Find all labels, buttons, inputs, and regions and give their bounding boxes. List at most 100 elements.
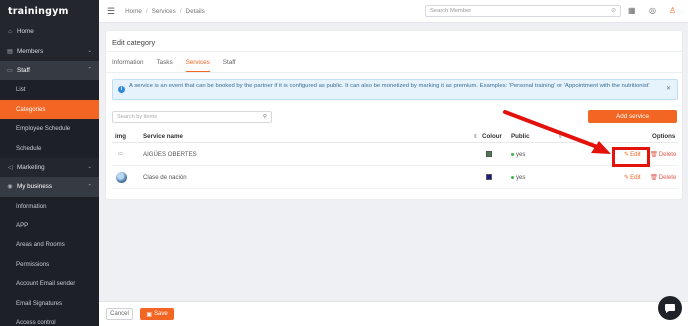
member-search-input[interactable]: Search Member ⊘ [425,5,621,17]
edit-category-card: Edit category Information Tasks Services… [106,31,682,199]
public-status: yes [511,174,525,181]
table-row: ▭ AIGÜES OBERTES yes ✎ Edit 🗑︎ Delete [112,143,678,166]
colour-swatch [486,151,492,157]
breadcrumb-services[interactable]: Services [152,8,176,15]
column-header-img: img [115,133,127,140]
top-bar: ☰ Home / Services / Details Search Membe… [99,0,688,23]
trash-icon: 🗑︎ [650,173,658,181]
sidebar-item-label: My business [17,183,52,191]
breadcrumb-separator: / [179,7,182,15]
divider [106,72,682,73]
tab-information[interactable]: Information [112,59,144,72]
sidebar-item-home[interactable]: ⌂ Home [0,22,99,41]
sidebar-subitem-account-email-sender[interactable]: Account Email sender [0,274,99,294]
annotation-highlight-box [612,147,650,167]
chevron-down-icon: ⌄ [87,48,92,55]
location-pin-icon: ◉ [7,184,13,191]
sidebar-item-members[interactable]: ▤ Members ⌄ [0,41,99,60]
footer-bar: Cancel ▣ Save [99,301,688,326]
chevron-up-icon: ⌃ [87,183,92,190]
public-value: yes [516,150,526,158]
sidebar-item-label: Staff [17,66,30,74]
page-title: Edit category [112,38,156,47]
edit-button[interactable]: ✎ Edit [624,174,641,181]
sidebar-item-label: Marketing [17,163,45,171]
service-search-input[interactable]: Search by items ⚲ [112,111,272,123]
sidebar-item-my-business[interactable]: ◉ My business ⌃ [0,177,99,197]
chevron-down-icon: ⌄ [87,164,92,171]
id-card-icon: ▤ [7,48,13,55]
app-logo: trainingym [8,5,69,17]
save-button[interactable]: ▣ Save [140,308,174,320]
edit-label: Edit [630,173,641,181]
table-header: img Service name ⇕ Colour Public ⇕ Optio… [112,131,678,143]
home-icon: ⌂ [8,28,12,35]
chevron-up-icon: ⌃ [87,67,92,74]
chat-support-button[interactable] [658,296,682,320]
table-row: Clase de nación yes ✎ Edit 🗑︎ Delete [112,166,678,189]
info-icon: i [118,86,125,93]
sidebar-subitem-employee-schedule[interactable]: Employee Schedule [0,118,99,139]
service-image-placeholder-icon: ▭ [118,151,123,157]
services-table: img Service name ⇕ Colour Public ⇕ Optio… [112,131,678,189]
floppy-disk-icon: ▣ [146,311,152,318]
breadcrumb: Home / Services / Details [125,8,205,15]
delete-button[interactable]: 🗑︎ Delete [650,174,676,181]
delete-button[interactable]: 🗑︎ Delete [650,151,676,158]
alert-text: A service is an event that can be booked… [129,83,650,89]
colour-swatch [486,174,492,180]
sidebar-subitem-areas-rooms[interactable]: Areas and Rooms [0,235,99,255]
breadcrumb-home[interactable]: Home [125,8,142,15]
column-header-service-name[interactable]: Service name [143,133,183,140]
divider [106,51,682,52]
sidebar-item-label: Home [17,28,34,36]
save-label: Save [153,311,168,317]
sidebar-item-staff[interactable]: ▭ Staff ⌃ [0,60,99,81]
sidebar-subitem-permissions[interactable]: Permissions [0,254,99,275]
user-lock-icon[interactable]: ♙ [669,6,676,15]
public-status: yes [511,151,525,158]
sort-icon[interactable]: ⇕ [473,134,478,140]
service-name: AIGÜES OBERTES [143,150,197,158]
hamburger-menu-icon[interactable]: ☰ [107,6,115,17]
service-search-placeholder: Search by items [117,114,158,120]
chat-icon [665,304,675,313]
breadcrumb-details: Details [185,7,205,15]
close-icon[interactable]: ✕ [666,86,671,94]
tab-tasks[interactable]: Tasks [157,59,173,72]
clear-search-icon[interactable]: ⊘ [611,8,616,14]
public-value: yes [516,173,526,181]
search-icon: ⚲ [262,114,267,120]
sidebar: trainingym ⌂ Home ▤ Members ⌄ ▭ Staff ⌃ … [0,0,99,326]
sidebar-subitem-information[interactable]: Information [0,196,99,216]
status-dot-icon [511,152,514,156]
sidebar-subitem-email-signatures[interactable]: Email Signatures [0,293,99,313]
info-alert: i A service is an event that can be book… [112,79,678,100]
tab-staff[interactable]: Staff [223,59,236,72]
sidebar-item-marketing[interactable]: ◁ Marketing ⌄ [0,158,99,177]
sidebar-subitem-list[interactable]: List [0,80,99,100]
sidebar-subitem-app[interactable]: APP [0,215,99,236]
calendar-grid-icon[interactable]: ▦ [628,6,636,15]
column-header-colour: Colour [482,133,502,140]
column-header-public[interactable]: Public [511,133,530,140]
column-header-options: Options [652,133,676,140]
add-service-button[interactable]: Add service [588,110,677,123]
tab-bar: Information Tasks Services Staff [112,59,236,72]
delete-label: Delete [658,150,677,158]
sort-icon[interactable]: ⇕ [558,134,563,140]
eye-off-icon[interactable]: ◎ [649,6,656,15]
cancel-button[interactable]: Cancel [106,308,133,320]
delete-label: Delete [658,173,677,181]
service-thumbnail [116,171,127,183]
tab-services[interactable]: Services [185,59,210,72]
member-search-placeholder: Search Member [430,8,472,14]
folder-icon: ▭ [7,67,13,74]
sidebar-subitem-categories[interactable]: Categories [0,99,99,119]
trash-icon: 🗑︎ [650,150,658,158]
megaphone-icon: ◁ [7,164,13,171]
pencil-icon: ✎ [624,173,630,181]
sidebar-subitem-access-control[interactable]: Access control [0,312,99,326]
sidebar-item-label: Members [17,47,44,55]
sidebar-subitem-schedule[interactable]: Schedule [0,138,99,158]
